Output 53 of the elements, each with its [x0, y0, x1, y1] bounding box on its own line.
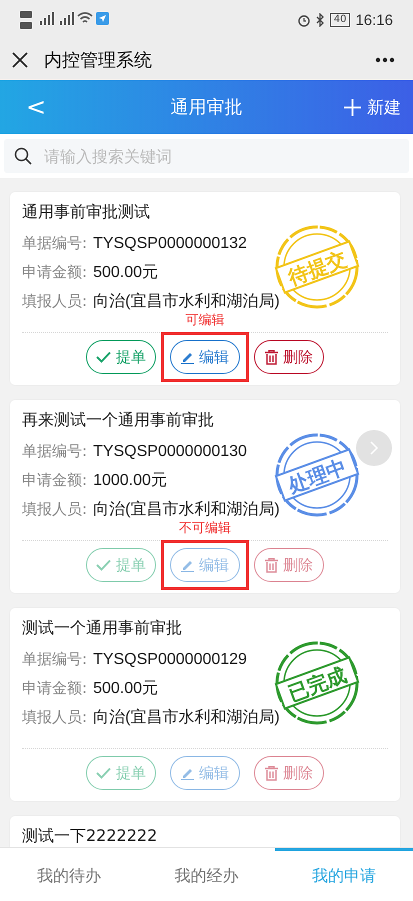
field-label: 单据编号: — [22, 442, 88, 460]
pencil-icon — [181, 350, 194, 364]
bottom-tab[interactable]: 我的经办 — [138, 848, 276, 901]
field-label: 单据编号: — [22, 650, 88, 668]
battery-level: 40 — [330, 13, 350, 27]
close-icon[interactable] — [12, 52, 28, 68]
card-background[interactable]: 测试一下2222222 — [10, 816, 400, 848]
field-label: 申请金额: — [22, 471, 88, 489]
annotation-label: 可编辑 — [184, 312, 226, 329]
delete-button[interactable]: 删除 — [254, 340, 324, 374]
field-label: 填报人员: — [22, 292, 88, 310]
card-background[interactable]: 通用事前审批测试 单据编号: TYSQSP0000000132 申请金额: 500.00元 填报人员: 向治(宜昌市水利和湖泊局) 待提交 提单 可编辑 编辑 删除 — [10, 192, 400, 385]
field-label: 申请金额: — [22, 263, 88, 281]
page-title: 通用审批 — [170, 96, 242, 119]
card-title: 再来测试一个通用事前审批 — [22, 410, 215, 431]
card-title: 通用事前审批测试 — [22, 202, 151, 223]
edit-button[interactable]: 编辑 — [170, 340, 240, 374]
submit-button[interactable]: 提单 — [86, 340, 156, 374]
pencil-icon — [181, 766, 194, 780]
search-field[interactable]: 请输入搜索关键词 — [4, 139, 409, 173]
card-title: 测试一下2222222 — [22, 826, 158, 847]
check-icon — [96, 351, 111, 363]
card-title: 测试一个通用事前审批 — [22, 618, 183, 639]
chevron-icon — [369, 440, 379, 456]
bluetooth-icon — [316, 13, 325, 27]
trash-icon — [265, 350, 278, 364]
search-icon — [14, 147, 32, 165]
check-icon — [96, 767, 111, 779]
field-value: 1000.00元 — [93, 472, 167, 489]
window-title: 内控管理系统 — [44, 49, 153, 72]
field-value: 500.00元 — [93, 680, 158, 697]
field-value: TYSQSP0000000129 — [93, 651, 247, 668]
new-button[interactable]: 新建 — [340, 96, 405, 118]
more-icon[interactable] — [375, 57, 395, 63]
signal-icon — [20, 9, 110, 31]
field-label: 填报人员: — [22, 708, 88, 726]
annotation-label: 不可编辑 — [178, 520, 232, 537]
bottom-tab[interactable]: 我的待办 — [0, 848, 138, 901]
field-label: 单据编号: — [22, 234, 88, 252]
trash-icon — [265, 558, 278, 572]
field-value: TYSQSP0000000132 — [93, 235, 247, 252]
field-value: TYSQSP0000000130 — [93, 443, 247, 460]
field-label: 填报人员: — [22, 500, 88, 518]
field-label: 申请金额: — [22, 679, 88, 697]
back-button[interactable]: < — [20, 93, 52, 121]
bottom-tab[interactable]: 我的申请 — [275, 848, 413, 901]
alarm-icon — [296, 13, 311, 27]
check-icon — [96, 559, 111, 571]
plus-icon — [344, 98, 361, 116]
pencil-icon — [181, 558, 194, 572]
status-time: 16:16 — [355, 12, 393, 28]
trash-icon — [265, 766, 278, 780]
field-value: 500.00元 — [93, 264, 158, 281]
